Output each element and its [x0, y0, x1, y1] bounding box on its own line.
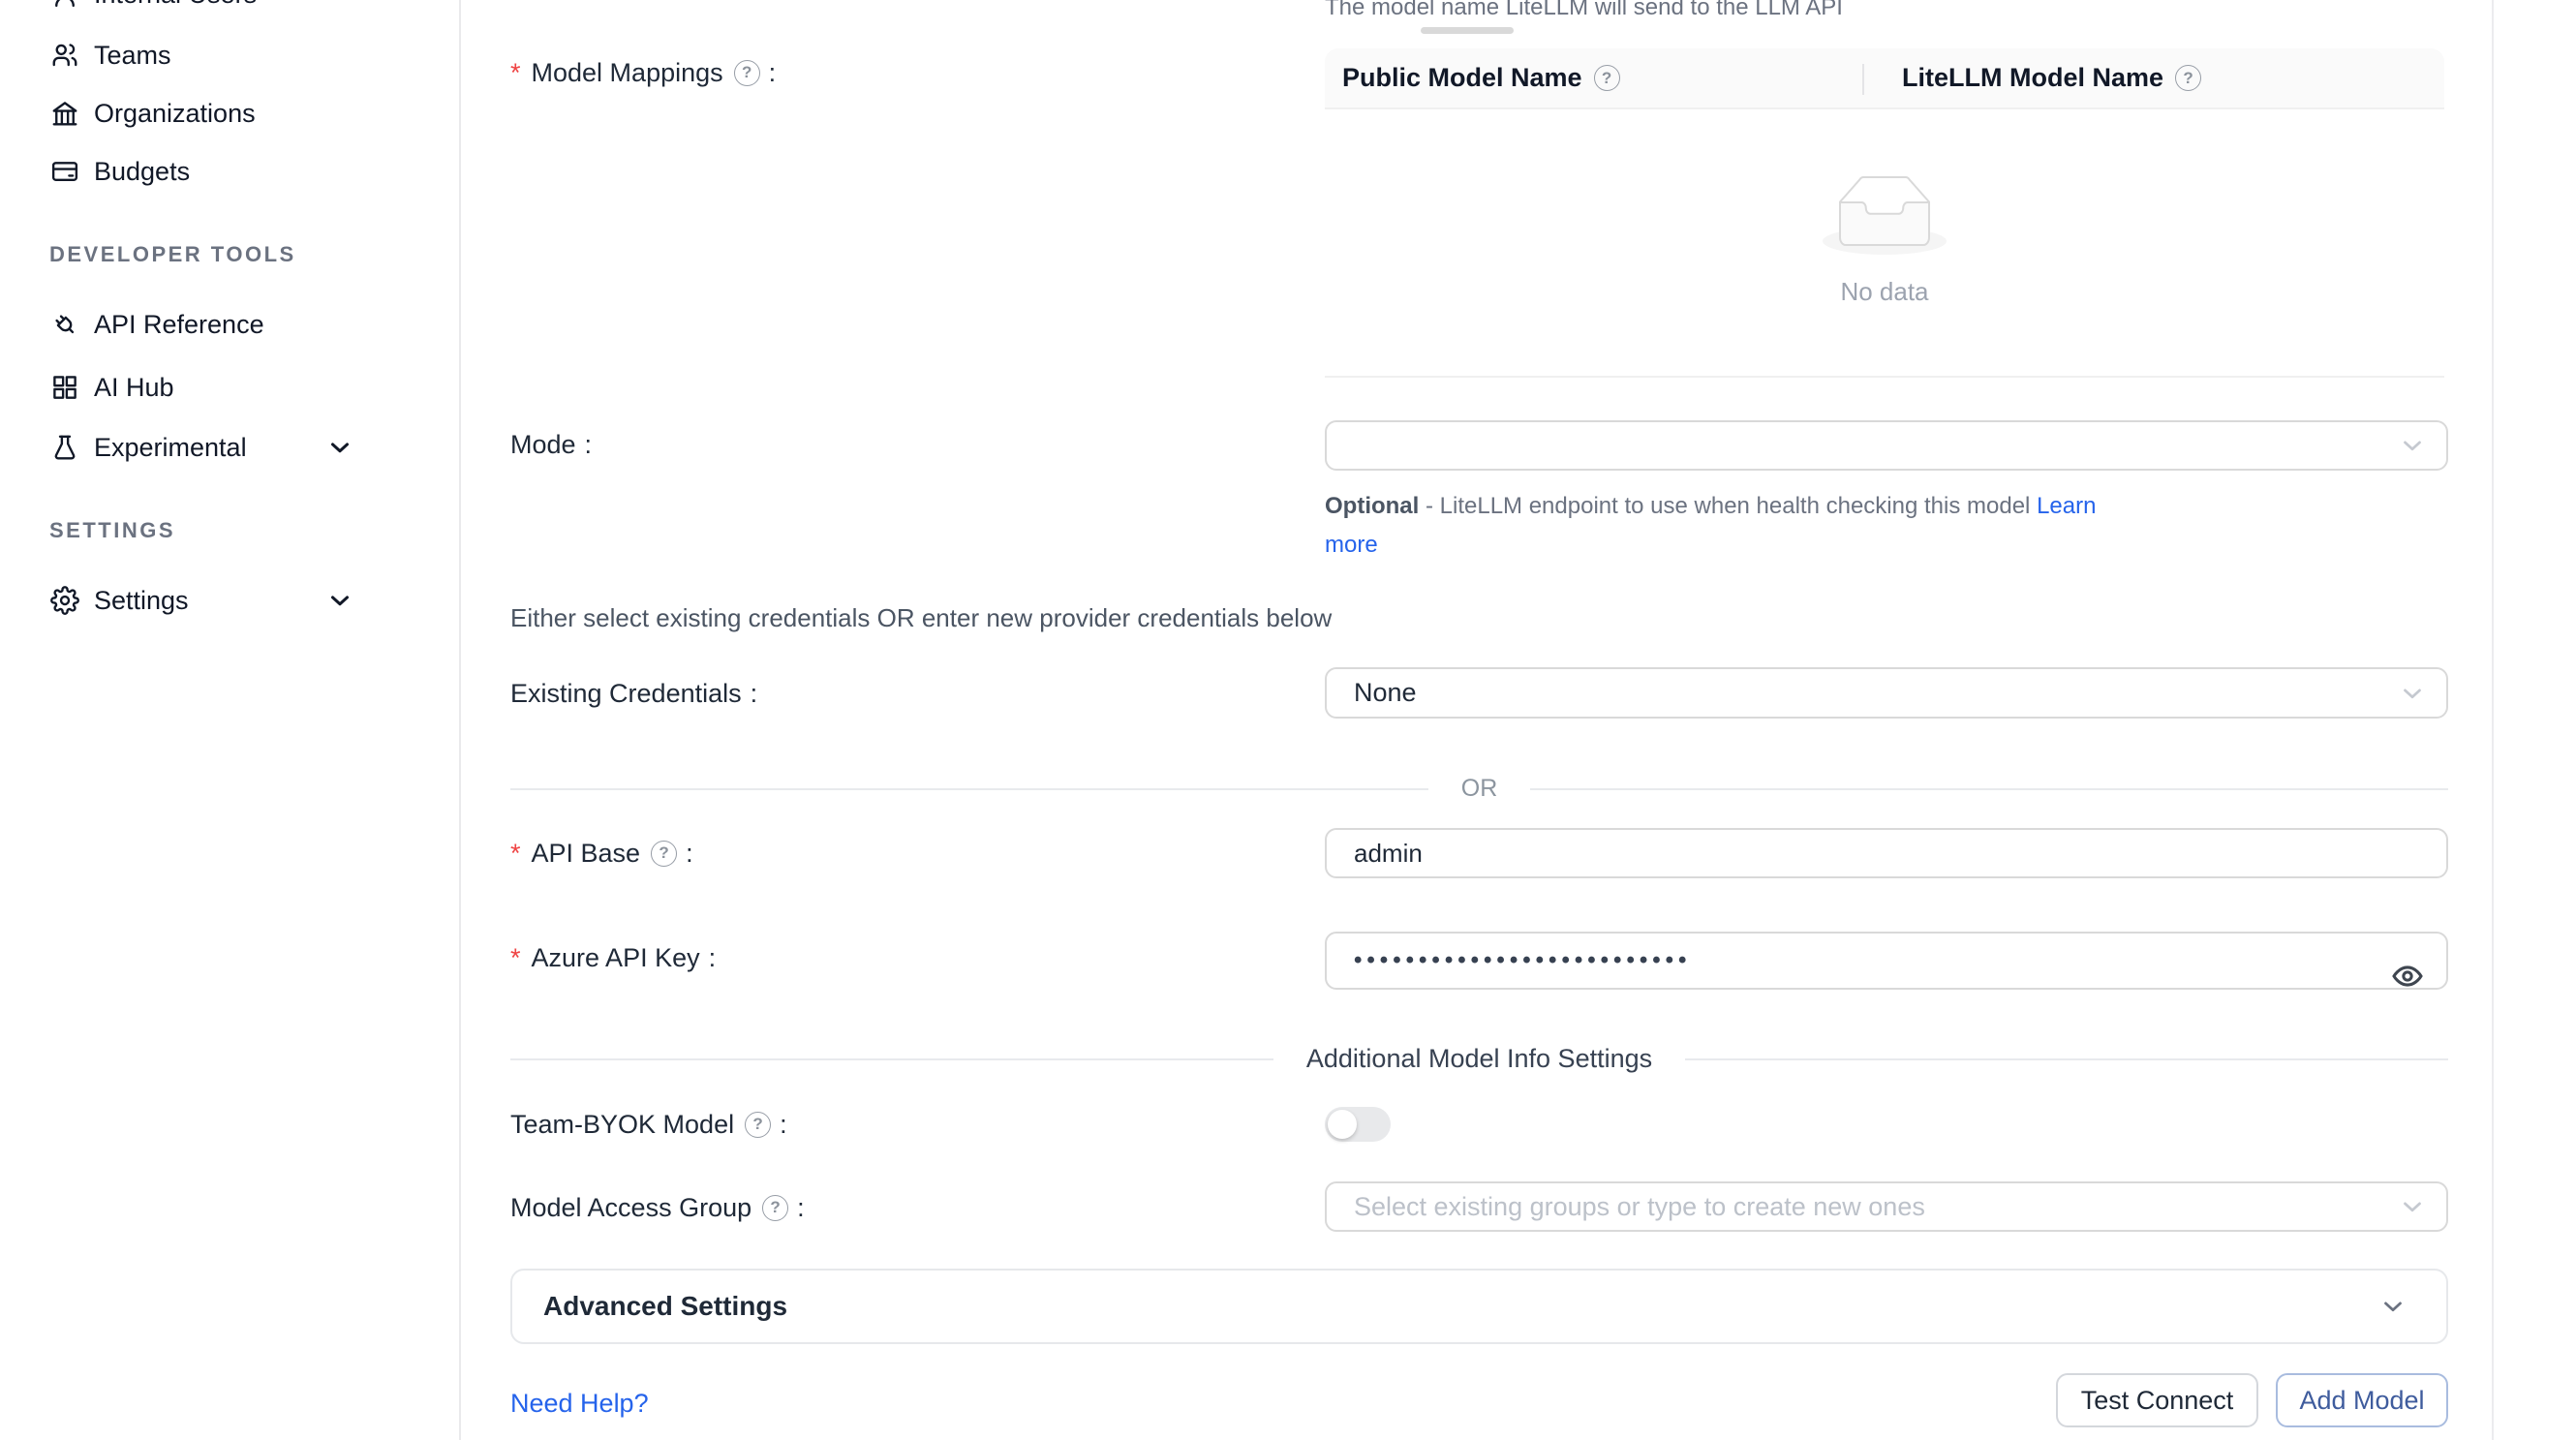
azure-api-key-input[interactable]: [1325, 932, 2448, 990]
azure-api-key-label: * Azure API Key :: [510, 940, 716, 975]
help-icon[interactable]: ?: [1594, 65, 1620, 91]
sidebar-item-label: Internal Users: [94, 0, 257, 10]
chevron-down-icon: [325, 586, 354, 615]
help-icon[interactable]: ?: [762, 1195, 788, 1221]
sidebar-item-label: AI Hub: [94, 373, 174, 403]
model-access-group-label: Model Access Group ? :: [510, 1190, 805, 1225]
team-byok-label: Team-BYOK Model ? :: [510, 1107, 787, 1142]
existing-credentials-select[interactable]: None: [1325, 667, 2448, 719]
additional-settings-divider: Additional Model Info Settings: [510, 1044, 2448, 1074]
sidebar-item-budgets[interactable]: Budgets: [0, 148, 461, 195]
help-icon[interactable]: ?: [2175, 65, 2201, 91]
sidebar-item-ai-hub[interactable]: AI Hub: [0, 364, 461, 411]
column-divider: [1862, 64, 1864, 95]
bank-icon: [50, 99, 79, 128]
eye-icon[interactable]: [2392, 961, 2423, 992]
chevron-down-icon: [2398, 431, 2427, 460]
select-placeholder: Select existing groups or type to create…: [1354, 1192, 1925, 1222]
column-header-litellm-model-name: LiteLLM Model Name ?: [1885, 48, 2444, 107]
api-base-label: * API Base ? :: [510, 836, 693, 871]
chevron-down-icon: [2378, 1292, 2407, 1321]
model-name-helper-text: The model name LiteLLM will send to the …: [1325, 0, 1843, 22]
sidebar-item-settings[interactable]: Settings: [0, 577, 461, 624]
sidebar-item-organizations[interactable]: Organizations: [0, 90, 461, 137]
model-mappings-label: * Model Mappings ? :: [510, 55, 776, 90]
chevron-down-icon: [2398, 1192, 2427, 1221]
plug-icon: [50, 310, 79, 339]
model-access-group-select[interactable]: Select existing groups or type to create…: [1325, 1181, 2448, 1232]
sidebar-item-label: Organizations: [94, 99, 256, 129]
add-model-button[interactable]: Add Model: [2276, 1373, 2448, 1427]
credit-card-icon: [50, 157, 79, 186]
mode-helper-text: Optional - LiteLLM endpoint to use when …: [1325, 487, 2129, 565]
api-base-input[interactable]: [1325, 828, 2448, 878]
no-data-text: No data: [1325, 277, 2444, 307]
test-connect-button[interactable]: Test Connect: [2056, 1373, 2258, 1427]
help-icon[interactable]: ?: [734, 60, 760, 86]
chevron-down-icon: [2398, 679, 2427, 708]
cropped-element-pill: [1421, 27, 1514, 34]
required-asterisk: *: [510, 836, 521, 871]
sidebar-section-developer-tools: DEVELOPER TOOLS: [49, 242, 296, 267]
mode-label: Mode :: [510, 427, 592, 462]
or-divider-text: OR: [1461, 775, 1498, 803]
sidebar-item-label: API Reference: [94, 310, 264, 340]
mode-select[interactable]: [1325, 420, 2448, 471]
required-asterisk: *: [510, 940, 521, 975]
team-byok-toggle[interactable]: [1325, 1107, 1391, 1142]
user-icon: [50, 0, 79, 9]
model-mappings-table: Public Model Name ? LiteLLM Model Name ?: [1325, 48, 2444, 378]
add-model-form: The model name LiteLLM will send to the …: [461, 0, 2494, 1440]
need-help-link[interactable]: Need Help?: [510, 1387, 649, 1420]
sidebar-item-internal-users[interactable]: Internal Users: [0, 0, 461, 17]
or-divider: OR: [510, 775, 2448, 803]
sidebar-item-label: Budgets: [94, 157, 190, 187]
sidebar-item-teams[interactable]: Teams: [0, 32, 461, 78]
sidebar-item-label: Settings: [94, 586, 189, 616]
help-icon[interactable]: ?: [745, 1112, 771, 1138]
additional-settings-divider-text: Additional Model Info Settings: [1306, 1044, 1652, 1074]
column-header-public-model-name: Public Model Name ?: [1325, 48, 1885, 107]
grid-icon: [50, 373, 79, 402]
empty-box-icon: [1823, 175, 1947, 255]
sidebar-item-api-reference[interactable]: API Reference: [0, 301, 461, 348]
credentials-note: Either select existing credentials OR en…: [510, 601, 1332, 634]
required-asterisk: *: [510, 55, 521, 90]
existing-credentials-label: Existing Credentials :: [510, 676, 757, 711]
users-icon: [50, 41, 79, 70]
table-empty-body: No data: [1325, 109, 2444, 378]
gear-icon: [50, 586, 79, 615]
sidebar-item-experimental[interactable]: Experimental: [0, 424, 461, 471]
sidebar: Internal Users Teams Organizations Budge…: [0, 0, 461, 1440]
table-header-row: Public Model Name ? LiteLLM Model Name ?: [1325, 48, 2444, 109]
help-icon[interactable]: ?: [651, 841, 677, 867]
sidebar-section-settings: SETTINGS: [49, 518, 175, 543]
sidebar-item-label: Teams: [94, 41, 171, 71]
advanced-settings-panel[interactable]: Advanced Settings: [510, 1269, 2448, 1344]
toggle-knob: [1328, 1110, 1357, 1139]
chevron-down-icon: [325, 433, 354, 462]
sidebar-item-label: Experimental: [94, 433, 247, 463]
advanced-settings-title: Advanced Settings: [543, 1291, 787, 1322]
flask-icon: [50, 433, 79, 462]
